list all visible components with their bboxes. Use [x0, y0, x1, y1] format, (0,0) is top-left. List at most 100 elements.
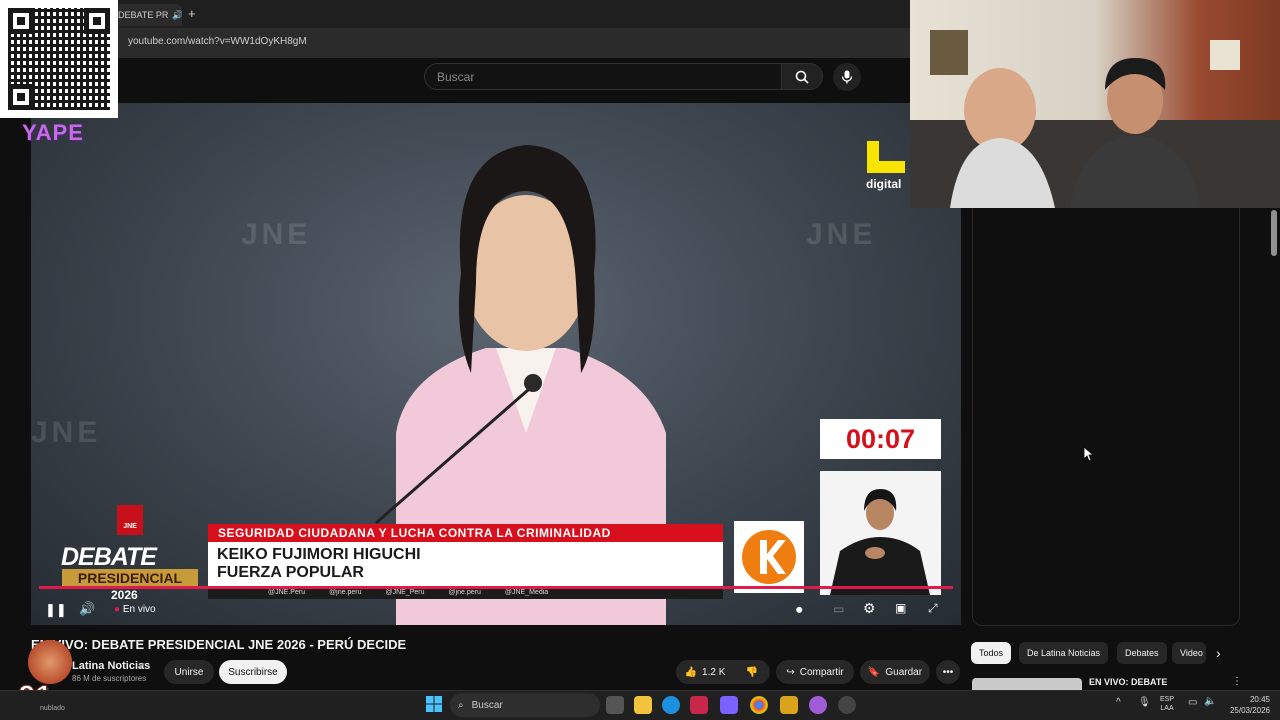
social-handle: @jne.peru [329, 589, 362, 596]
chevron-right-icon[interactable]: › [1216, 645, 1221, 661]
network-icon[interactable]: ▭ [1188, 697, 1197, 708]
save-button[interactable]: 🔖 Guardar [860, 660, 930, 684]
mic-icon [841, 70, 853, 84]
video-player[interactable]: JNE JNE JNE digital 00:07 SEGURIDAD CIUD… [31, 103, 961, 625]
obs-icon[interactable] [838, 696, 856, 714]
page-scrollbar[interactable] [1271, 210, 1277, 256]
subscriber-count: 86 M de suscriptores [72, 674, 147, 683]
search-button[interactable] [781, 63, 823, 90]
subtitles-icon[interactable]: ▭ [833, 602, 844, 616]
social-handle: @JNE.Peru [268, 589, 306, 596]
theater-mode-icon[interactable]: ▣ [895, 601, 906, 615]
topic-banner: SEGURIDAD CIUDADANA Y LUCHA CONTRA LA CR… [208, 524, 723, 542]
taskbar-search[interactable]: ⌕ Buscar [450, 693, 600, 717]
chip-debates[interactable]: Debates [1117, 642, 1167, 664]
jne-watermark: JNE [241, 218, 312, 251]
qr-finder [84, 8, 110, 34]
yape-label: YAPE [22, 120, 84, 145]
search-icon: ⌕ [458, 699, 464, 711]
speaker-name: KEIKO FUJIMORI HIGUCHI [217, 546, 421, 563]
url-text[interactable]: youtube.com/watch?v=WW1dOyKH8gM [128, 36, 307, 47]
webcam-scene [910, 30, 1280, 208]
speaker-party: FUERZA POPULAR [217, 564, 364, 581]
verified-icon: ✔ [138, 661, 146, 671]
fullscreen-icon[interactable]: ⤢ [928, 601, 938, 616]
tray-mic-icon[interactable]: 🎙 [1138, 697, 1151, 708]
jne-badge: JNE [117, 505, 143, 535]
thumbs-up-icon: 👍 [684, 666, 698, 678]
qr-finder [8, 84, 34, 110]
live-label: En vivo [122, 604, 156, 615]
clock-time: 20:45 [1249, 695, 1270, 704]
streamer-webcam [910, 0, 1280, 208]
input-language[interactable]: ESP LAA [1160, 695, 1174, 713]
taskbar-search-label: Buscar [471, 699, 503, 711]
tab-audio-icon[interactable]: 🔊 [172, 10, 182, 21]
more-icon: ••• [942, 666, 954, 678]
mouse-cursor-icon [1084, 447, 1094, 462]
subscribe-button[interactable]: Suscribirse [219, 660, 287, 684]
copilot-icon[interactable] [720, 696, 738, 714]
clock-date: 25/03/2026 [1229, 706, 1270, 715]
chrome-active-icon[interactable] [809, 696, 827, 714]
qr-finder [8, 8, 34, 34]
interpreter-figure [830, 489, 930, 595]
next-video-thumbnail[interactable] [972, 678, 1082, 690]
settings-gear-icon[interactable]: ⚙ [863, 600, 876, 617]
chip-all[interactable]: Todos [971, 642, 1012, 664]
share-button[interactable]: ↪ Compartir [776, 660, 854, 684]
jne-watermark: JNE [806, 218, 877, 251]
bookmark-icon: 🔖 [867, 666, 881, 678]
stream-mascot [28, 640, 72, 684]
sign-language-interpreter [820, 471, 941, 595]
chip-videos[interactable]: Video [1172, 642, 1206, 664]
party-logo [734, 521, 804, 593]
qr-pattern [8, 8, 110, 110]
speaking-timer: 00:07 [820, 419, 941, 459]
system-clock[interactable]: 20:45 25/03/2026 [1226, 694, 1270, 716]
search-input[interactable]: Buscar [424, 63, 782, 90]
new-tab-icon[interactable]: + [188, 6, 196, 21]
windows-start-icon[interactable] [426, 696, 442, 712]
live-indicator[interactable]: ● En vivo [114, 604, 156, 615]
live-chat-panel [972, 208, 1240, 626]
broadcaster-logo-text: digital [866, 177, 902, 191]
live-dot-icon: ● [114, 604, 121, 615]
browser-tab[interactable]: DEBATE PR 🔊 × [110, 4, 182, 26]
debate-brand: DEBATE [61, 543, 157, 571]
share-label: Compartir [799, 666, 844, 678]
lang-bottom: LAA [1160, 705, 1174, 712]
qr-code [0, 0, 118, 118]
tray-chevron-icon[interactable]: ^ [1116, 697, 1121, 708]
autoplay-toggle-icon[interactable]: ⏺ [796, 602, 803, 618]
social-handle: @JNE_Media [504, 589, 549, 596]
lang-top: ESP [1160, 696, 1175, 703]
dislike-button[interactable]: 👎 [734, 660, 770, 684]
more-actions-button[interactable]: ••• [936, 660, 960, 684]
like-button[interactable]: 👍 1.2 K [676, 660, 734, 684]
video-progress-bar[interactable] [39, 586, 953, 589]
app-w-icon[interactable] [780, 696, 798, 714]
speaker-icon[interactable]: 🔈 [1204, 696, 1216, 707]
edge-icon[interactable] [662, 696, 680, 714]
share-icon: ↪ [786, 666, 795, 678]
like-count: 1.2 K [702, 666, 726, 678]
chrome-icon[interactable] [750, 696, 768, 714]
weather-widget[interactable]: nublado [40, 705, 65, 712]
search-icon [795, 70, 809, 84]
chip-latina-noticias[interactable]: De Latina Noticias [1019, 642, 1109, 664]
jne-watermark: JNE [31, 416, 102, 449]
fuerza-popular-k-icon [742, 530, 796, 584]
file-explorer-icon[interactable] [634, 696, 652, 714]
voice-search-button[interactable] [833, 63, 861, 91]
app-icon[interactable] [690, 696, 708, 714]
next-video-title[interactable]: EN VIVO: DEBATE [1089, 677, 1167, 687]
pause-icon[interactable]: ❚❚ [45, 602, 67, 618]
social-handle: @JNE_Peru [385, 589, 425, 596]
join-button[interactable]: Unirse [164, 660, 214, 684]
task-view-icon[interactable] [606, 696, 624, 714]
volume-icon[interactable]: 🔊 [79, 601, 95, 617]
kebab-menu-icon[interactable]: ⋮ [1232, 676, 1242, 687]
player-controls: ❚❚ 🔊 ● En vivo ⏺ ▭ ⚙ ▣ ⤢ [31, 597, 961, 625]
thumbs-down-icon: 👎 [745, 666, 759, 678]
